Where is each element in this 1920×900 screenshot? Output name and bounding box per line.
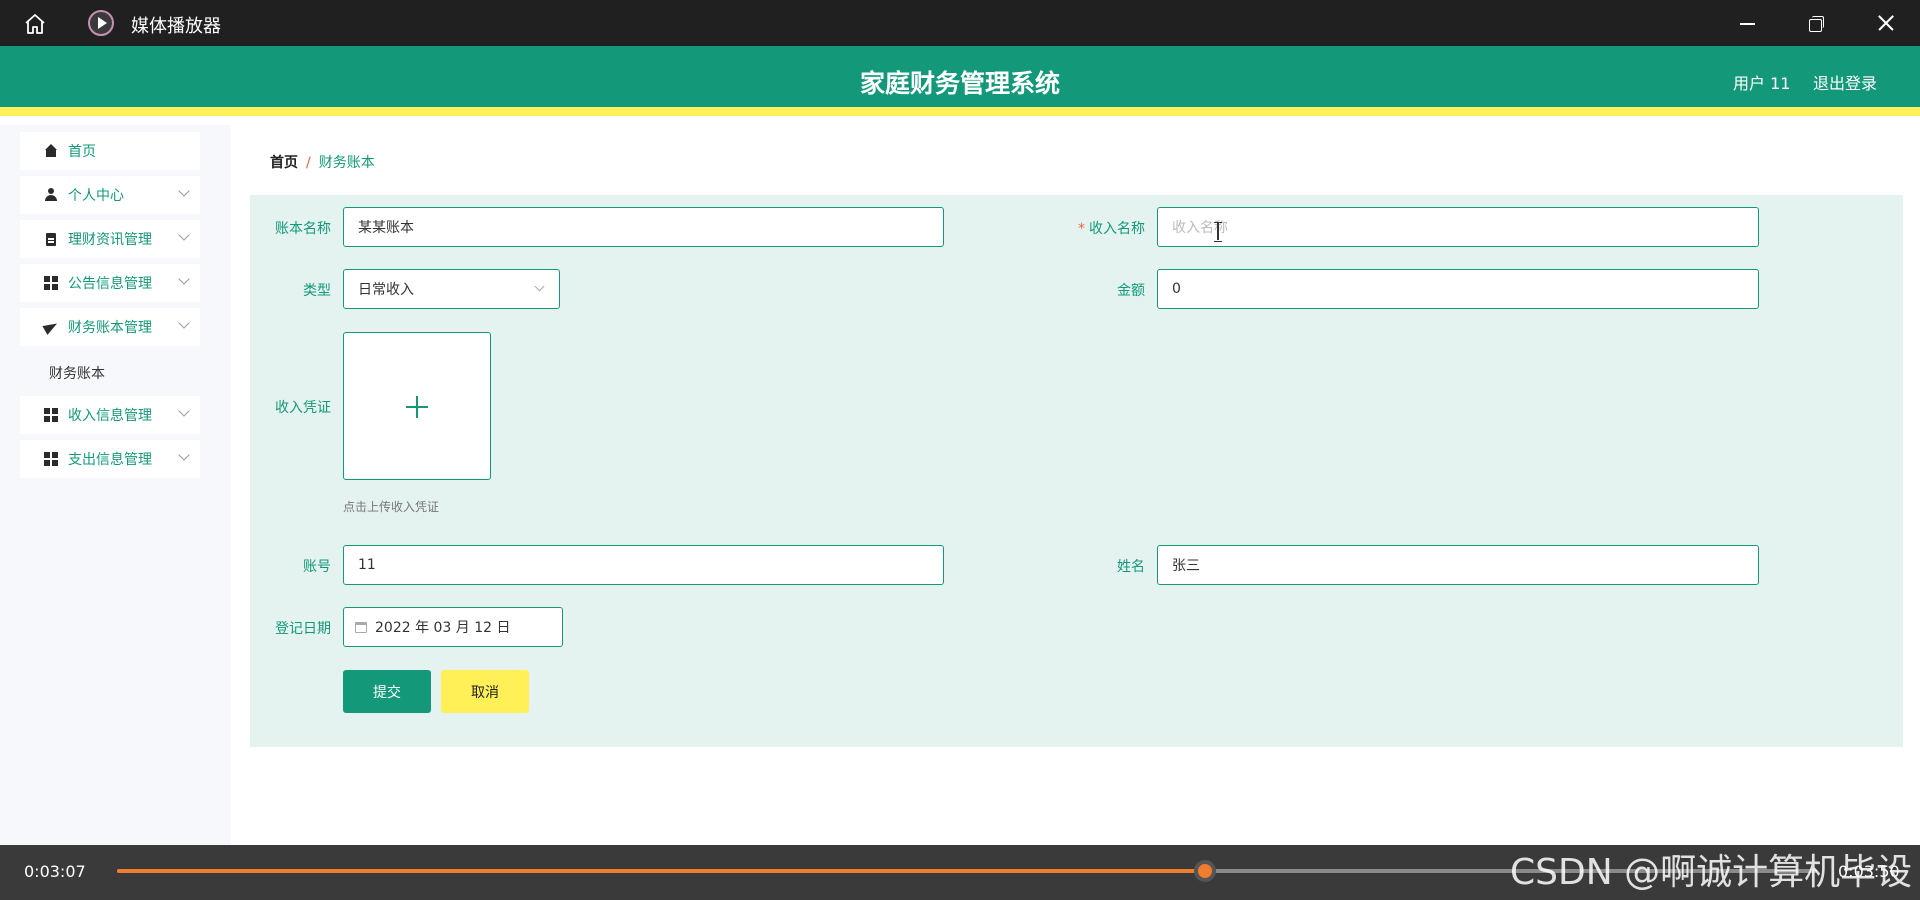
app-header: 家庭财务管理系统 用户 11 退出登录 <box>0 46 1920 116</box>
grid-icon <box>44 276 58 290</box>
sidebar-item-expense[interactable]: 支出信息管理 <box>20 440 200 478</box>
chevron-down-icon <box>178 317 190 329</box>
sidebar-item-label: 公告信息管理 <box>68 276 152 292</box>
seek-thumb[interactable] <box>1194 860 1216 882</box>
text-cursor-icon <box>1214 222 1222 242</box>
upload-tip: 点击上传收入凭证 <box>343 500 440 514</box>
current-user[interactable]: 用户 11 <box>1733 70 1790 94</box>
income-name-label-text: 收入名称 <box>1089 221 1145 237</box>
sidebar-item-ledger-management[interactable]: 财务账本管理 <box>20 308 200 346</box>
chevron-down-icon <box>178 185 190 197</box>
chevron-down-icon <box>178 405 190 417</box>
sidebar-item-label: 财务账本管理 <box>68 320 152 336</box>
amount-input[interactable]: 0 <box>1157 269 1759 309</box>
income-name-label: * 收入名称 <box>1055 218 1145 238</box>
date-label: 登记日期 <box>275 621 331 637</box>
chevron-down-icon <box>178 229 190 241</box>
account-label: 账号 <box>303 559 331 575</box>
calendar-icon <box>355 621 367 633</box>
sidebar-subitem-ledger[interactable]: 财务账本 <box>49 363 105 383</box>
chevron-down-icon <box>534 281 545 292</box>
account-input[interactable]: 11 <box>343 545 944 585</box>
type-label: 类型 <box>303 283 331 299</box>
breadcrumb-separator: / <box>306 155 311 171</box>
book-name-label: 账本名称 <box>275 221 331 237</box>
send-icon <box>44 320 58 334</box>
close-button[interactable] <box>1870 8 1900 38</box>
sidebar-item-label: 收入信息管理 <box>68 408 152 424</box>
required-mark: * <box>1078 221 1085 237</box>
watermark: CSDN @啊诚计算机毕设 <box>1510 852 1913 893</box>
sidebar-item-finance-news[interactable]: 理财资讯管理 <box>20 220 200 258</box>
chevron-down-icon <box>178 449 190 461</box>
submit-button[interactable]: 提交 <box>343 670 431 713</box>
sidebar-item-income[interactable]: 收入信息管理 <box>20 396 200 434</box>
user-icon <box>44 188 58 202</box>
income-name-input[interactable]: 收入名称 <box>1157 207 1759 247</box>
home-icon <box>44 144 58 158</box>
media-player-icon <box>88 10 114 36</box>
date-picker[interactable]: 2022 年 03 月 12 日 <box>343 607 563 647</box>
title-bar: 媒体播放器 <box>0 0 1920 46</box>
type-select-value: 日常收入 <box>358 282 414 298</box>
clipboard-icon <box>44 232 58 246</box>
plus-icon-vertical <box>416 396 418 418</box>
home-icon[interactable] <box>22 11 48 37</box>
breadcrumb-home[interactable]: 首页 <box>270 155 298 171</box>
date-value: 2022 年 03 月 12 日 <box>375 620 511 636</box>
name-input[interactable]: 张三 <box>1157 545 1759 585</box>
restore-button[interactable] <box>1800 8 1830 38</box>
name-label: 姓名 <box>1117 559 1145 575</box>
logout-link[interactable]: 退出登录 <box>1813 70 1877 94</box>
sidebar-item-label: 理财资讯管理 <box>68 232 152 248</box>
minimize-button[interactable] <box>1732 8 1762 38</box>
grid-icon <box>44 452 58 466</box>
sidebar-item-label: 支出信息管理 <box>68 452 152 468</box>
current-time: 0:03:07 <box>24 862 86 881</box>
sidebar-item-label: 首页 <box>68 144 96 160</box>
grid-icon <box>44 408 58 422</box>
breadcrumb-current: 财务账本 <box>318 155 375 171</box>
type-select[interactable]: 日常收入 <box>343 269 560 309</box>
sidebar-item-label: 个人中心 <box>68 188 124 204</box>
amount-label: 金额 <box>1117 283 1145 299</box>
sidebar-item-announcements[interactable]: 公告信息管理 <box>20 264 200 302</box>
breadcrumb: 首页 / 财务账本 <box>270 152 375 172</box>
voucher-label: 收入凭证 <box>275 400 331 416</box>
book-name-input[interactable]: 某某账本 <box>343 207 944 247</box>
sidebar: 首页 个人中心 理财资讯管理 公告信息管理 财务账本管理 财务账本 收入信息管理… <box>0 125 231 845</box>
cancel-button[interactable]: 取消 <box>441 670 529 713</box>
seek-progress <box>117 869 1205 873</box>
system-title: 家庭财务管理系统 <box>859 69 1060 98</box>
sidebar-item-home[interactable]: 首页 <box>20 132 200 170</box>
chevron-down-icon <box>178 273 190 285</box>
sidebar-item-personal-center[interactable]: 个人中心 <box>20 176 200 214</box>
voucher-upload[interactable] <box>343 332 491 480</box>
window-title: 媒体播放器 <box>131 16 221 37</box>
